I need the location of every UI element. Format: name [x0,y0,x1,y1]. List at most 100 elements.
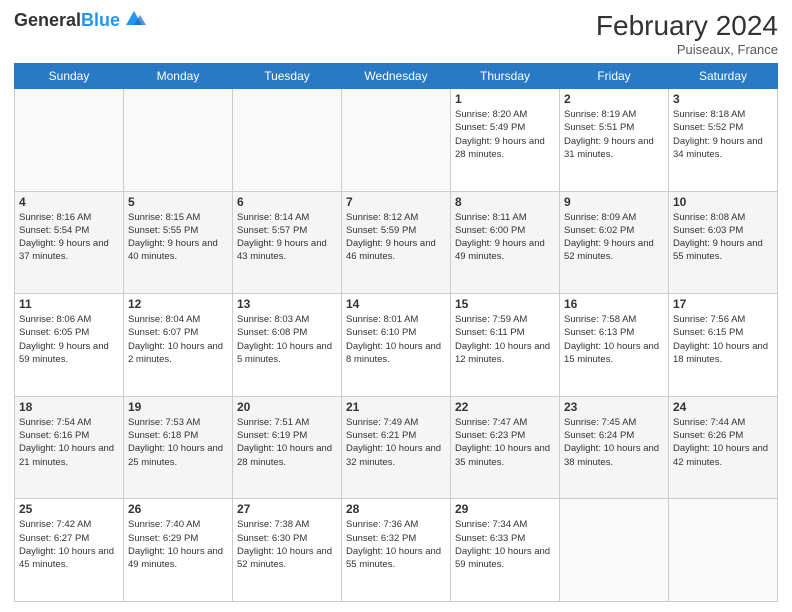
day-number: 10 [673,195,773,209]
calendar-cell: 15 Sunrise: 7:59 AM Sunset: 6:11 PM Dayli… [451,294,560,397]
calendar-cell: 20 Sunrise: 7:51 AM Sunset: 6:19 PM Dayli… [233,396,342,499]
day-info: Sunrise: 7:42 AM Sunset: 6:27 PM Dayligh… [19,518,119,571]
calendar-cell: 6 Sunrise: 8:14 AM Sunset: 5:57 PM Daylig… [233,191,342,294]
day-number: 3 [673,92,773,106]
day-info: Sunrise: 8:09 AM Sunset: 6:02 PM Dayligh… [564,211,664,264]
calendar-cell: 19 Sunrise: 7:53 AM Sunset: 6:18 PM Dayli… [124,396,233,499]
day-info: Sunrise: 7:54 AM Sunset: 6:16 PM Dayligh… [19,416,119,469]
logo-general: General [14,10,81,30]
calendar-cell: 14 Sunrise: 8:01 AM Sunset: 6:10 PM Dayli… [342,294,451,397]
day-number: 12 [128,297,228,311]
calendar-cell: 10 Sunrise: 8:08 AM Sunset: 6:03 PM Dayli… [669,191,778,294]
day-info: Sunrise: 7:34 AM Sunset: 6:33 PM Dayligh… [455,518,555,571]
day-info: Sunrise: 7:38 AM Sunset: 6:30 PM Dayligh… [237,518,337,571]
calendar-cell: 29Sunrise: 7:34 AM Sunset: 6:33 PM Dayli… [451,499,560,602]
title-area: February 2024 Puiseaux, France [596,10,778,57]
day-number: 11 [19,297,119,311]
day-info: Sunrise: 8:14 AM Sunset: 5:57 PM Dayligh… [237,211,337,264]
day-info: Sunrise: 8:04 AM Sunset: 6:07 PM Dayligh… [128,313,228,366]
calendar-cell: 9 Sunrise: 8:09 AM Sunset: 6:02 PM Daylig… [560,191,669,294]
calendar-cell: 18 Sunrise: 7:54 AM Sunset: 6:16 PM Dayli… [15,396,124,499]
calendar-cell [342,89,451,192]
weekday-header-sunday: Sunday [15,64,124,89]
logo-icon [122,7,146,31]
day-number: 19 [128,400,228,414]
day-number: 20 [237,400,337,414]
calendar-cell [669,499,778,602]
day-info: Sunrise: 7:44 AM Sunset: 6:26 PM Dayligh… [673,416,773,469]
day-number: 28 [346,502,446,516]
day-info: Sunrise: 8:08 AM Sunset: 6:03 PM Dayligh… [673,211,773,264]
calendar-cell: 25 Sunrise: 7:42 AM Sunset: 6:27 PM Dayli… [15,499,124,602]
day-info: Sunrise: 8:06 AM Sunset: 6:05 PM Dayligh… [19,313,119,366]
calendar-cell [560,499,669,602]
calendar-cell: 23 Sunrise: 7:45 AM Sunset: 6:24 PM Dayli… [560,396,669,499]
weekday-header-wednesday: Wednesday [342,64,451,89]
calendar-cell: 24 Sunrise: 7:44 AM Sunset: 6:26 PM Dayli… [669,396,778,499]
calendar-cell: 5Sunrise: 8:15 AM Sunset: 5:55 PM Daylig… [124,191,233,294]
weekday-header-tuesday: Tuesday [233,64,342,89]
day-info: Sunrise: 8:11 AM Sunset: 6:00 PM Dayligh… [455,211,555,264]
day-number: 25 [19,502,119,516]
day-info: Sunrise: 7:51 AM Sunset: 6:19 PM Dayligh… [237,416,337,469]
logo-blue: Blue [81,10,120,30]
calendar-cell: 27 Sunrise: 7:38 AM Sunset: 6:30 PM Dayli… [233,499,342,602]
logo-text: GeneralBlue [14,10,120,31]
calendar-cell: 28Sunrise: 7:36 AM Sunset: 6:32 PM Dayli… [342,499,451,602]
calendar-cell [15,89,124,192]
calendar-cell: 11 Sunrise: 8:06 AM Sunset: 6:05 PM Dayli… [15,294,124,397]
logo: GeneralBlue [14,10,146,31]
day-number: 8 [455,195,555,209]
day-number: 9 [564,195,664,209]
day-info: Sunrise: 8:01 AM Sunset: 6:10 PM Dayligh… [346,313,446,366]
calendar-cell: 1 Sunrise: 8:20 AM Sunset: 5:49 PM Daylig… [451,89,560,192]
day-info: Sunrise: 8:12 AM Sunset: 5:59 PM Dayligh… [346,211,446,264]
day-number: 5 [128,195,228,209]
day-number: 2 [564,92,664,106]
day-info: Sunrise: 8:16 AM Sunset: 5:54 PM Dayligh… [19,211,119,264]
calendar-cell [124,89,233,192]
day-info: Sunrise: 7:58 AM Sunset: 6:13 PM Dayligh… [564,313,664,366]
weekday-header-monday: Monday [124,64,233,89]
weekday-header-saturday: Saturday [669,64,778,89]
calendar-cell: 3Sunrise: 8:18 AM Sunset: 5:52 PM Daylig… [669,89,778,192]
day-number: 22 [455,400,555,414]
day-number: 24 [673,400,773,414]
day-number: 4 [19,195,119,209]
day-number: 14 [346,297,446,311]
day-info: Sunrise: 7:40 AM Sunset: 6:29 PM Dayligh… [128,518,228,571]
month-title: February 2024 [596,10,778,42]
day-number: 17 [673,297,773,311]
calendar-cell: 4 Sunrise: 8:16 AM Sunset: 5:54 PM Daylig… [15,191,124,294]
calendar-cell: 2 Sunrise: 8:19 AM Sunset: 5:51 PM Daylig… [560,89,669,192]
calendar-table: SundayMondayTuesdayWednesdayThursdayFrid… [14,63,778,602]
day-info: Sunrise: 7:45 AM Sunset: 6:24 PM Dayligh… [564,416,664,469]
weekday-header-friday: Friday [560,64,669,89]
day-number: 16 [564,297,664,311]
day-info: Sunrise: 8:03 AM Sunset: 6:08 PM Dayligh… [237,313,337,366]
calendar-cell: 7 Sunrise: 8:12 AM Sunset: 5:59 PM Daylig… [342,191,451,294]
header: GeneralBlue February 2024 Puiseaux, Fran… [14,10,778,57]
day-number: 23 [564,400,664,414]
day-number: 7 [346,195,446,209]
day-number: 18 [19,400,119,414]
day-number: 27 [237,502,337,516]
calendar-cell: 16 Sunrise: 7:58 AM Sunset: 6:13 PM Dayli… [560,294,669,397]
day-info: Sunrise: 8:19 AM Sunset: 5:51 PM Dayligh… [564,108,664,161]
day-number: 26 [128,502,228,516]
calendar-cell: 12 Sunrise: 8:04 AM Sunset: 6:07 PM Dayli… [124,294,233,397]
calendar-cell [233,89,342,192]
day-info: Sunrise: 7:53 AM Sunset: 6:18 PM Dayligh… [128,416,228,469]
day-info: Sunrise: 7:59 AM Sunset: 6:11 PM Dayligh… [455,313,555,366]
day-number: 1 [455,92,555,106]
day-info: Sunrise: 8:20 AM Sunset: 5:49 PM Dayligh… [455,108,555,161]
location: Puiseaux, France [596,42,778,57]
day-number: 6 [237,195,337,209]
day-number: 13 [237,297,337,311]
day-number: 21 [346,400,446,414]
day-info: Sunrise: 7:47 AM Sunset: 6:23 PM Dayligh… [455,416,555,469]
day-number: 15 [455,297,555,311]
day-info: Sunrise: 7:56 AM Sunset: 6:15 PM Dayligh… [673,313,773,366]
day-info: Sunrise: 7:49 AM Sunset: 6:21 PM Dayligh… [346,416,446,469]
calendar-cell: 21 Sunrise: 7:49 AM Sunset: 6:21 PM Dayli… [342,396,451,499]
